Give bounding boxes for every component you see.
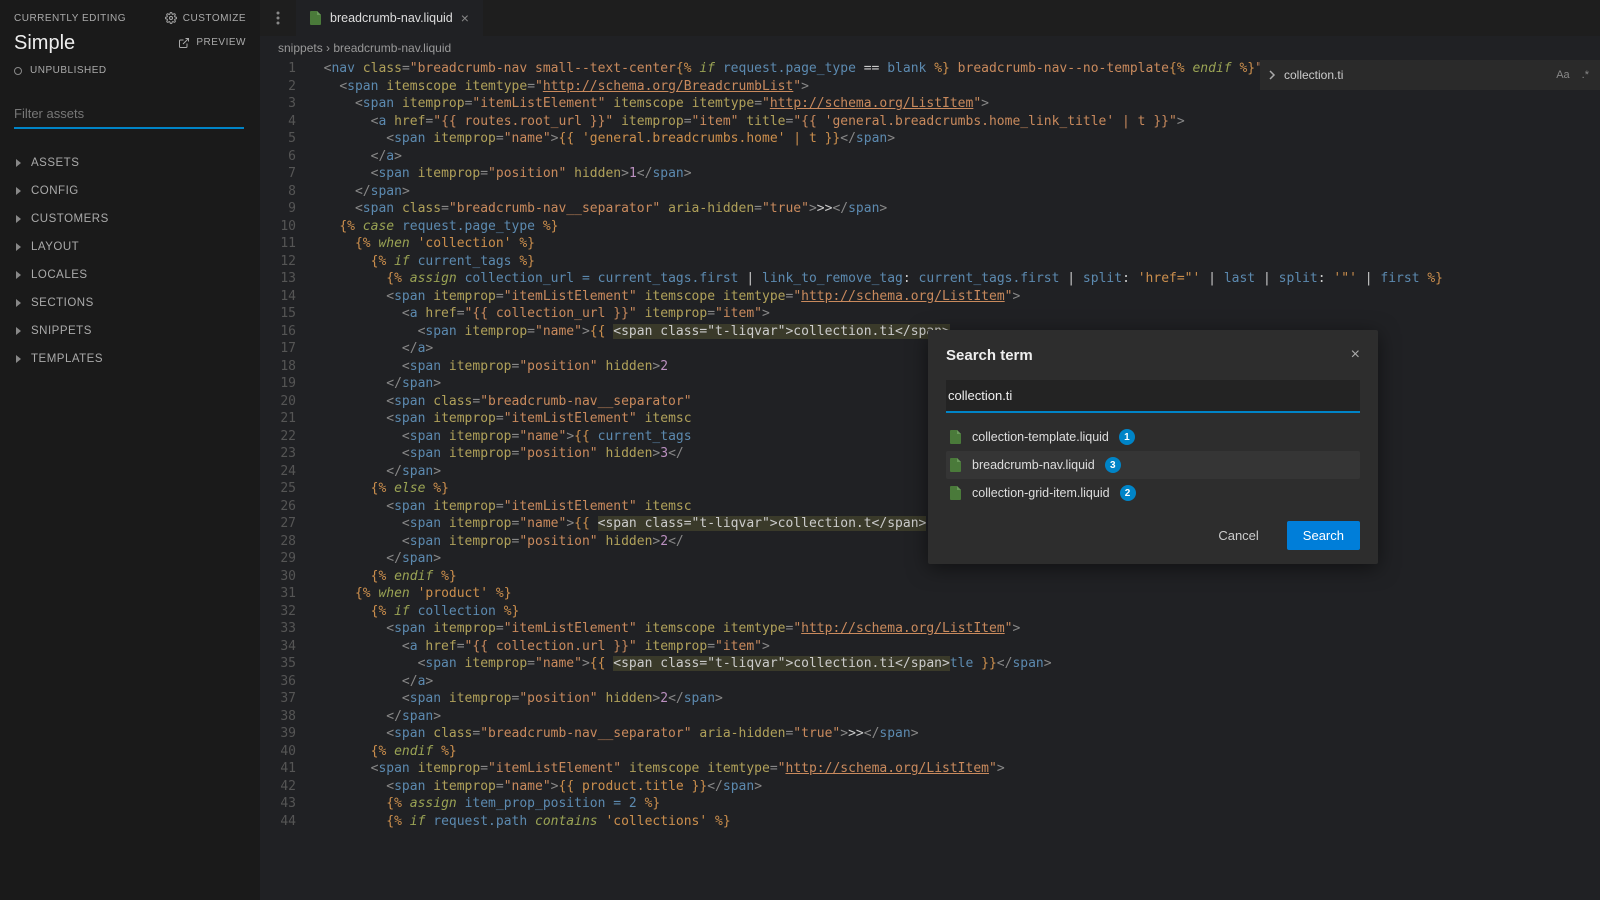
sidebar-group-snippets[interactable]: SNIPPETS	[14, 319, 246, 343]
sidebar-group-config[interactable]: CONFIG	[14, 179, 246, 203]
find-expand-button[interactable]	[1268, 70, 1276, 80]
cancel-button[interactable]: Cancel	[1202, 521, 1274, 550]
find-input[interactable]	[1284, 68, 1545, 82]
preview-button[interactable]: PREVIEW	[178, 37, 246, 49]
chevron-right-icon	[1268, 70, 1276, 80]
customize-button[interactable]: CUSTOMIZE	[165, 12, 246, 24]
result-count-badge: 3	[1105, 457, 1121, 473]
line-number-gutter: 1234567891011121314151617181920212223242…	[260, 60, 308, 900]
search-button[interactable]: Search	[1287, 521, 1360, 550]
liquid-file-icon	[950, 486, 962, 500]
find-regex-button[interactable]: .*	[1579, 68, 1592, 82]
chevron-right-icon	[16, 215, 21, 223]
status-dot-icon	[14, 67, 22, 75]
asset-tree: ASSETS CONFIG CUSTOMERS LAYOUT LOCALES SECTIO…	[14, 151, 246, 371]
find-match-case-button[interactable]: Aa	[1553, 68, 1572, 82]
breadcrumb: snippets › breadcrumb-nav.liquid	[260, 36, 1600, 60]
gear-icon	[165, 12, 177, 24]
tab-breadcrumb-nav[interactable]: breadcrumb-nav.liquid ×	[296, 0, 483, 36]
sidebar-group-locales[interactable]: LOCALES	[14, 263, 246, 287]
liquid-file-icon	[310, 11, 322, 25]
sidebar: CURRENTLY EDITING CUSTOMIZE Simple PREVI…	[0, 0, 260, 900]
filter-assets-input[interactable]	[14, 100, 244, 129]
close-icon: ×	[1351, 346, 1360, 363]
search-result-item[interactable]: collection-grid-item.liquid2	[946, 479, 1360, 507]
search-results-list: collection-template.liquid1breadcrumb-na…	[946, 423, 1360, 507]
sidebar-group-customers[interactable]: CUSTOMERS	[14, 207, 246, 231]
chevron-right-icon	[16, 271, 21, 279]
liquid-file-icon	[950, 458, 962, 472]
sidebar-group-assets[interactable]: ASSETS	[14, 151, 246, 175]
chevron-right-icon	[16, 187, 21, 195]
chevron-right-icon	[16, 299, 21, 307]
chevron-right-icon	[16, 355, 21, 363]
find-bar: Aa .*	[1260, 60, 1600, 90]
tab-filename: breadcrumb-nav.liquid	[330, 11, 453, 25]
sidebar-group-layout[interactable]: LAYOUT	[14, 235, 246, 259]
publish-status: UNPUBLISHED	[14, 65, 246, 76]
theme-name: Simple	[14, 32, 75, 55]
sidebar-group-templates[interactable]: TEMPLATES	[14, 347, 246, 371]
sidebar-group-sections[interactable]: SECTIONS	[14, 291, 246, 315]
liquid-file-icon	[950, 430, 962, 444]
result-count-badge: 1	[1119, 429, 1135, 445]
close-tab-button[interactable]: ×	[461, 10, 469, 26]
more-vertical-icon	[276, 11, 280, 25]
currently-editing-label: CURRENTLY EDITING	[14, 13, 126, 24]
search-term-modal: Search term × collection-template.liquid…	[928, 330, 1378, 564]
tabbar: breadcrumb-nav.liquid ×	[260, 0, 1600, 36]
search-term-input[interactable]	[946, 380, 1360, 413]
more-menu-button[interactable]	[260, 11, 296, 25]
modal-close-button[interactable]: ×	[1351, 346, 1360, 364]
modal-title: Search term	[946, 347, 1033, 364]
chevron-right-icon	[16, 243, 21, 251]
search-result-item[interactable]: collection-template.liquid1	[946, 423, 1360, 451]
external-link-icon	[178, 37, 190, 49]
chevron-right-icon	[16, 159, 21, 167]
chevron-right-icon	[16, 327, 21, 335]
main-editor-area: breadcrumb-nav.liquid × snippets › bread…	[260, 0, 1600, 900]
search-result-item[interactable]: breadcrumb-nav.liquid3	[946, 451, 1360, 479]
result-count-badge: 2	[1120, 485, 1136, 501]
